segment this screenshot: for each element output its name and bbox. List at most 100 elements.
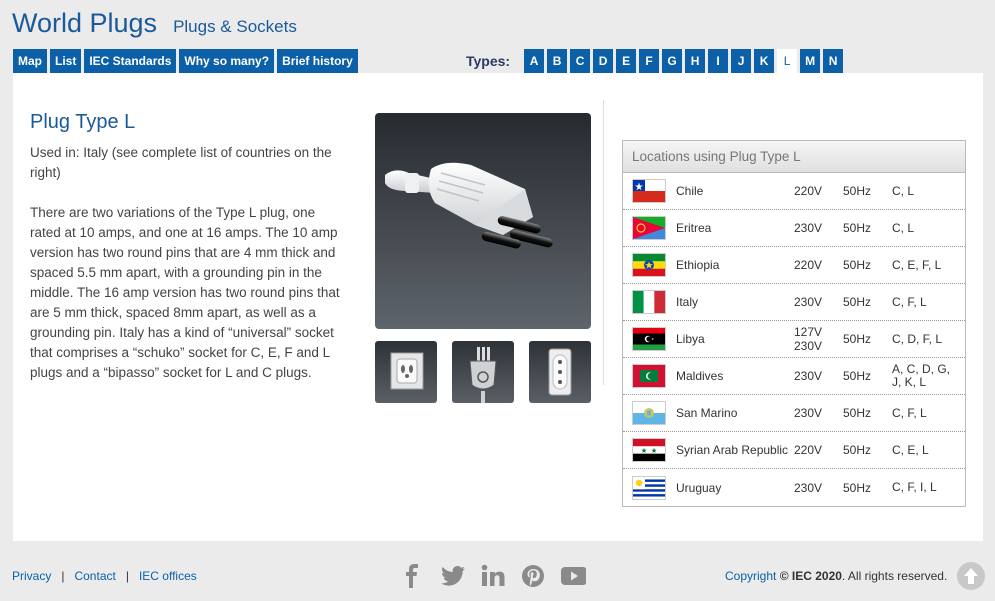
- country-name[interactable]: Ethiopia: [676, 258, 794, 272]
- ethiopia-flag-icon: [633, 254, 665, 276]
- type-f-link[interactable]: F: [639, 49, 660, 73]
- arrow-up-icon: [964, 568, 978, 584]
- facebook-icon[interactable]: [400, 564, 426, 588]
- maldives-flag-icon: [633, 365, 665, 387]
- plug-types: C, E, F, L: [892, 257, 942, 272]
- voltage: 230V: [794, 369, 823, 383]
- twitter-icon[interactable]: [440, 564, 466, 588]
- voltage: 220V: [794, 443, 823, 457]
- frequency: 50Hz: [843, 406, 872, 420]
- location-row[interactable]: San Marino 230V 50Hz C, F, L: [623, 395, 965, 432]
- type-d-link[interactable]: D: [593, 49, 614, 73]
- copyright-suffix: . All rights reserved.: [841, 569, 948, 583]
- frequency: 50Hz: [843, 184, 872, 198]
- location-row[interactable]: Ethiopia 220V 50Hz C, E, F, L: [623, 247, 965, 284]
- plug-types: C, F, I, L: [892, 480, 937, 494]
- socket-icon: [390, 352, 424, 390]
- plug-types: C, F, L: [892, 294, 927, 309]
- nav-iec-standards[interactable]: IEC Standards: [84, 49, 177, 73]
- site-subtitle[interactable]: Plugs & Sockets: [173, 17, 297, 37]
- plug-icon: [469, 347, 497, 403]
- type-i-link[interactable]: I: [708, 49, 729, 73]
- frequency: 50Hz: [843, 443, 872, 457]
- frequency: 50Hz: [843, 332, 872, 346]
- content-divider: [603, 100, 604, 385]
- footer-link-privacy[interactable]: Privacy: [12, 569, 51, 583]
- nav-brief-history[interactable]: Brief history: [277, 49, 358, 73]
- location-row[interactable]: Chile 220V 50Hz C, L: [623, 173, 965, 210]
- footer-separator: |: [125, 569, 129, 583]
- voltage: 220V: [794, 184, 823, 198]
- country-name[interactable]: Maldives: [676, 369, 794, 383]
- voltage: 230V: [794, 480, 823, 495]
- voltage: 220V: [794, 258, 823, 272]
- country-name[interactable]: Syrian Arab Republic: [676, 443, 794, 457]
- frequency: 50Hz: [843, 369, 872, 383]
- san-marino-flag-icon: [633, 402, 665, 424]
- used-in-text: Used in: Italy (see complete list of cou…: [30, 145, 332, 180]
- copyright-brand: © IEC 2020: [779, 569, 842, 583]
- uruguay-flag-icon: [633, 476, 665, 499]
- footer-link-iec-offices[interactable]: IEC offices: [139, 569, 197, 583]
- nav-map[interactable]: Map: [13, 49, 47, 73]
- country-name[interactable]: Libya: [676, 332, 794, 346]
- linkedin-icon[interactable]: [480, 564, 506, 588]
- social-icons: [400, 564, 587, 588]
- location-row[interactable]: Uruguay 230V 50Hz C, F, I, L: [623, 469, 965, 506]
- type-c-link[interactable]: C: [570, 49, 591, 73]
- italy-flag-icon: [633, 291, 665, 313]
- voltage: 127V 230V: [794, 325, 823, 353]
- scroll-to-top-button[interactable]: [957, 562, 985, 590]
- location-row[interactable]: Italy 230V 50Hz C, F, L: [623, 284, 965, 321]
- frequency: 50Hz: [843, 295, 872, 309]
- location-row[interactable]: Libya 127V 230V 50Hz C, D, F, L: [623, 321, 965, 358]
- type-n-link[interactable]: N: [823, 49, 844, 73]
- country-name[interactable]: Uruguay: [676, 481, 794, 495]
- voltage: 230V: [794, 221, 823, 235]
- voltage: 230V: [794, 295, 823, 309]
- location-row[interactable]: Eritrea 230V 50Hz C, L: [623, 210, 965, 247]
- plug-types: C, D, F, L: [892, 331, 943, 346]
- country-name[interactable]: Chile: [676, 184, 794, 198]
- plug-thumbnail[interactable]: [452, 341, 514, 403]
- content-panel: Plug Type L Used in: Italy (see complete…: [13, 73, 983, 541]
- pinterest-icon[interactable]: [520, 564, 546, 588]
- site-title[interactable]: World Plugs: [12, 8, 157, 39]
- type-h-link[interactable]: H: [685, 49, 706, 73]
- site-header: World Plugs Plugs & Sockets: [12, 8, 297, 44]
- main-nav: Map List IEC Standards Why so many? Brie…: [13, 49, 358, 73]
- plug-types: C, L: [892, 183, 915, 198]
- footer-link-contact[interactable]: Contact: [74, 569, 115, 583]
- frequency: 50Hz: [843, 258, 872, 272]
- youtube-icon[interactable]: [560, 564, 587, 588]
- eritrea-flag-icon: [633, 217, 665, 239]
- type-e-link[interactable]: E: [616, 49, 637, 73]
- plug-types: C, E, L: [892, 442, 929, 457]
- type-b-link[interactable]: B: [547, 49, 568, 73]
- libya-flag-icon: [633, 328, 665, 350]
- voltage: 230V: [794, 406, 823, 420]
- type-g-link[interactable]: G: [662, 49, 683, 73]
- type-k-link[interactable]: K: [754, 49, 775, 73]
- copyright-prefix[interactable]: Copyright: [725, 569, 776, 583]
- country-name[interactable]: Eritrea: [676, 221, 794, 235]
- country-name[interactable]: Italy: [676, 295, 794, 309]
- location-row[interactable]: Maldives 230V 50Hz A, C, D, G, J, K, L: [623, 358, 965, 395]
- footer-links: Privacy | Contact | IEC offices: [12, 569, 197, 583]
- country-name[interactable]: San Marino: [676, 406, 794, 420]
- outlet-thumbnail[interactable]: [529, 341, 591, 403]
- type-a-link[interactable]: A: [524, 49, 545, 73]
- socket-thumbnail[interactable]: [375, 341, 437, 403]
- footer-separator: |: [61, 569, 65, 583]
- plug-types-nav: Types: ABCDEFGHIJKLMN: [466, 49, 844, 73]
- plug-types: C, L: [892, 220, 915, 235]
- type-l-link[interactable]: L: [777, 49, 798, 73]
- locations-table: Locations using Plug Type L Chile 220V 50H…: [622, 140, 966, 507]
- type-j-link[interactable]: J: [731, 49, 752, 73]
- location-row[interactable]: Syrian Arab Republic 220V 50Hz C, E, L: [623, 432, 965, 469]
- nav-list[interactable]: List: [50, 49, 82, 73]
- plug-photo[interactable]: [375, 113, 591, 329]
- copyright: Copyright © IEC 2020. All rights reserve…: [725, 569, 947, 583]
- nav-why-so-many[interactable]: Why so many?: [179, 49, 275, 73]
- type-m-link[interactable]: M: [800, 49, 821, 73]
